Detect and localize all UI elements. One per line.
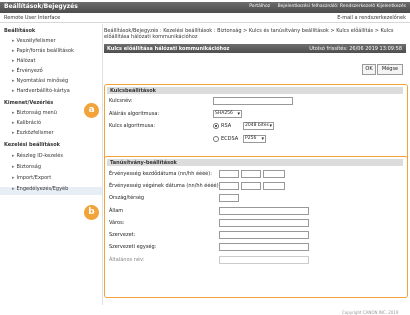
sidebar-item-paper[interactable]: Papír/forrás beállítások bbox=[12, 48, 74, 54]
key-settings-title: Kulcsbeállítások bbox=[110, 88, 156, 94]
state-input[interactable] bbox=[219, 207, 309, 215]
signature-algo-label: Aláírás algoritmusa: bbox=[109, 111, 160, 117]
ecdsa-label: ECDSA bbox=[221, 136, 239, 142]
header-links: Portálhoz Bejelentkezési felhasználó: Re… bbox=[243, 4, 406, 9]
app-title: Beállítások/Bejegyzés bbox=[4, 3, 78, 10]
org-unit-input[interactable] bbox=[219, 243, 309, 251]
sidebar-item-print-quality[interactable]: Nyomtatási minőség bbox=[12, 78, 69, 84]
cancel-button[interactable]: Mégse bbox=[377, 64, 403, 75]
page-title-bar: Kulcs előállítása hálózati kommunikációh… bbox=[104, 44, 406, 53]
common-name-input[interactable] bbox=[219, 256, 309, 264]
breadcrumb[interactable]: Beállítások/Bejegyzés : Kezelési beállít… bbox=[104, 28, 404, 40]
key-name-input[interactable] bbox=[213, 97, 293, 105]
sidebar-group-settings[interactable]: Beállítások bbox=[4, 28, 35, 34]
login-user-link[interactable]: Bejelentkezési felhasználó: Rendszerkeze… bbox=[278, 4, 406, 9]
organization-label: Szervezet: bbox=[109, 232, 136, 238]
sidebar-item-device-detect[interactable]: Eszközfelismer bbox=[12, 130, 54, 136]
sidebar-item-calibration[interactable]: Kalibráció bbox=[12, 120, 42, 126]
start-month-input[interactable] bbox=[241, 170, 261, 178]
city-input[interactable] bbox=[219, 219, 309, 227]
ecdsa-radio[interactable] bbox=[213, 136, 219, 142]
key-algo-label: Kulcs algoritmusa: bbox=[109, 123, 156, 129]
ok-button[interactable]: OK bbox=[362, 64, 376, 75]
sidebar-item-network[interactable]: Hálózat bbox=[12, 58, 36, 64]
signature-algo-select[interactable]: SHA256 bbox=[213, 110, 242, 118]
sidebar: Beállítások Veszélyfelismer Papír/forrás… bbox=[0, 24, 103, 305]
key-settings-header: Kulcsbeállítások bbox=[107, 87, 403, 94]
end-date-label: Érvényesség végének dátuma (nn/hh éééé): bbox=[109, 183, 221, 189]
page-title: Kulcs előállítása hálózati kommunikációh… bbox=[107, 46, 230, 52]
sidebar-item-security[interactable]: Biztonság bbox=[12, 164, 41, 170]
country-input[interactable] bbox=[219, 194, 239, 202]
callout-badge-a: a bbox=[84, 103, 99, 118]
sub-header: Remote User Interface E-mail a rendszerk… bbox=[0, 13, 410, 22]
org-unit-label: Szervezeti egység: bbox=[109, 244, 157, 250]
state-label: Állam bbox=[109, 208, 124, 214]
main-content: Beállítások/Bejegyzés : Kezelési beállít… bbox=[104, 24, 408, 315]
sidebar-item-department-id[interactable]: Részleg ID-kezelés bbox=[12, 153, 63, 159]
end-day-input[interactable] bbox=[219, 182, 239, 190]
rsa-bits-select[interactable]: 2048 bites bbox=[243, 122, 274, 130]
cert-settings-title: Tanúsítvány-beállítások bbox=[110, 160, 177, 166]
top-header: Beállítások/Bejegyzés Portálhoz Bejelent… bbox=[0, 0, 410, 23]
copyright: Copyright CANON INC. 2019 bbox=[342, 310, 399, 315]
sidebar-item-security-menu[interactable]: Biztonság menü bbox=[12, 110, 57, 116]
end-year-input[interactable] bbox=[263, 182, 285, 190]
sidebar-group-output[interactable]: Kimenet/Vezérlés bbox=[4, 100, 53, 106]
start-date-label: Érvényesség kezdődátuma (nn/hh éééé): bbox=[109, 171, 212, 177]
key-settings-section: Kulcsbeállítások Kulcsnév: Aláírás algor… bbox=[104, 84, 408, 162]
start-year-input[interactable] bbox=[263, 170, 285, 178]
sidebar-item-hardware[interactable]: Hardverbállító-kártya bbox=[12, 88, 70, 94]
last-updated: Utolsó frissítés: 26/06 2019 13:09:58 bbox=[309, 46, 402, 52]
user-label: Remote User Interface bbox=[4, 15, 61, 21]
start-day-input[interactable] bbox=[219, 170, 239, 178]
city-label: Város: bbox=[109, 220, 125, 226]
organization-input[interactable] bbox=[219, 231, 309, 239]
title-bar: Beállítások/Bejegyzés Portálhoz Bejelent… bbox=[0, 2, 410, 13]
sidebar-item-device[interactable]: Veszélyfelismer bbox=[12, 38, 56, 44]
certificate-settings-section: Tanúsítvány-beállítások Érvényesség kezd… bbox=[104, 156, 408, 298]
country-label: Ország/térség bbox=[109, 195, 145, 201]
ecdsa-curve-select[interactable]: P256 bbox=[243, 135, 266, 143]
rsa-label: RSA bbox=[221, 123, 232, 129]
rsa-radio[interactable] bbox=[213, 123, 219, 129]
sidebar-item-license[interactable]: Engedélyezés/Egyéb bbox=[12, 186, 69, 192]
key-name-label: Kulcsnév: bbox=[109, 98, 133, 104]
portal-link[interactable]: Portálhoz bbox=[249, 4, 270, 9]
sidebar-group-management[interactable]: Kezelési beállítások bbox=[4, 142, 60, 148]
common-name-label: Általános név: bbox=[109, 257, 145, 263]
sidebar-item-import-export[interactable]: Import/Export bbox=[12, 175, 52, 181]
callout-badge-b: b bbox=[84, 205, 99, 220]
cert-settings-header: Tanúsítvány-beállítások bbox=[107, 159, 403, 166]
end-month-input[interactable] bbox=[241, 182, 261, 190]
email-admin-link[interactable]: E-mail a rendszerkezelőnek bbox=[337, 15, 406, 21]
sidebar-item-validator[interactable]: Érvényező bbox=[12, 68, 43, 74]
